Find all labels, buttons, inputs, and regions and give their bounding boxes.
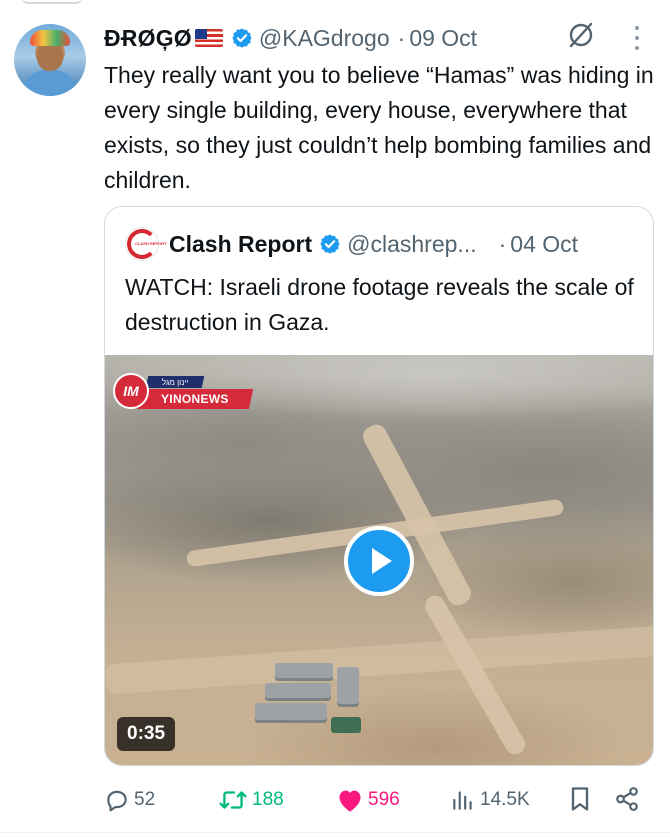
play-button[interactable] bbox=[344, 526, 414, 596]
quoted-author-handle[interactable]: @clashrep... bbox=[347, 231, 476, 258]
top-strip bbox=[0, 0, 670, 8]
like-button[interactable]: 596 bbox=[336, 782, 400, 818]
divider bbox=[0, 832, 670, 833]
verified-badge-icon bbox=[231, 27, 253, 49]
share-button[interactable] bbox=[614, 785, 640, 818]
no-post-icon[interactable] bbox=[566, 20, 596, 50]
retweet-icon bbox=[219, 791, 247, 809]
quoted-author-name[interactable]: Clash Report bbox=[169, 231, 312, 258]
quoted-tweet-header: CLASH REPORT Clash Report @clashrep... ·… bbox=[125, 227, 578, 261]
views-count: 14.5K bbox=[480, 789, 530, 810]
share-icon bbox=[616, 787, 638, 811]
play-icon bbox=[372, 548, 392, 574]
tweet-text: They really want you to believe “Hamas” … bbox=[104, 62, 654, 193]
author-handle[interactable]: @KAGdrogo bbox=[259, 25, 390, 52]
tweet-actions: 52 188 596 14.5K bbox=[104, 782, 644, 818]
retweet-count: 188 bbox=[252, 789, 284, 810]
video-duration: 0:35 bbox=[117, 717, 176, 751]
video-player[interactable]: יינון מגל YINONEWS IM 0:35 bbox=[105, 355, 653, 765]
bookmark-icon bbox=[571, 787, 589, 811]
retweet-button[interactable]: 188 bbox=[218, 782, 284, 818]
views-button[interactable]: 14.5K bbox=[450, 782, 530, 818]
tweet-header: ĐɌØĢØ @KAGdrogo · 09 Oct bbox=[104, 22, 477, 54]
heart-icon bbox=[339, 790, 361, 812]
clash-report-avatar-text: CLASH REPORT bbox=[135, 241, 167, 246]
reply-icon bbox=[107, 790, 127, 812]
separator-dot: · bbox=[397, 24, 406, 51]
reply-button[interactable]: 52 bbox=[104, 782, 155, 818]
more-options-icon[interactable] bbox=[632, 26, 642, 50]
quoted-tweet-date[interactable]: 04 Oct bbox=[510, 231, 578, 258]
like-count: 596 bbox=[368, 789, 400, 810]
bookmark-button[interactable] bbox=[568, 785, 592, 818]
yinonews-logo: יינון מגל YINONEWS IM bbox=[113, 373, 254, 411]
reply-count: 52 bbox=[134, 789, 156, 810]
verified-badge-icon bbox=[319, 233, 341, 255]
author-name[interactable]: ĐɌØĢØ bbox=[104, 25, 192, 52]
tweet-date[interactable]: 09 Oct bbox=[409, 25, 477, 52]
separator-dot: · bbox=[498, 230, 507, 257]
quoted-tweet-text: WATCH: Israeli drone footage reveals the… bbox=[125, 274, 634, 335]
clash-report-avatar[interactable]: CLASH REPORT bbox=[125, 227, 167, 261]
quoted-tweet-card[interactable]: CLASH REPORT Clash Report @clashrep... ·… bbox=[104, 206, 654, 766]
views-icon bbox=[453, 791, 472, 810]
author-avatar[interactable] bbox=[14, 24, 86, 96]
us-flag-icon bbox=[194, 29, 223, 47]
